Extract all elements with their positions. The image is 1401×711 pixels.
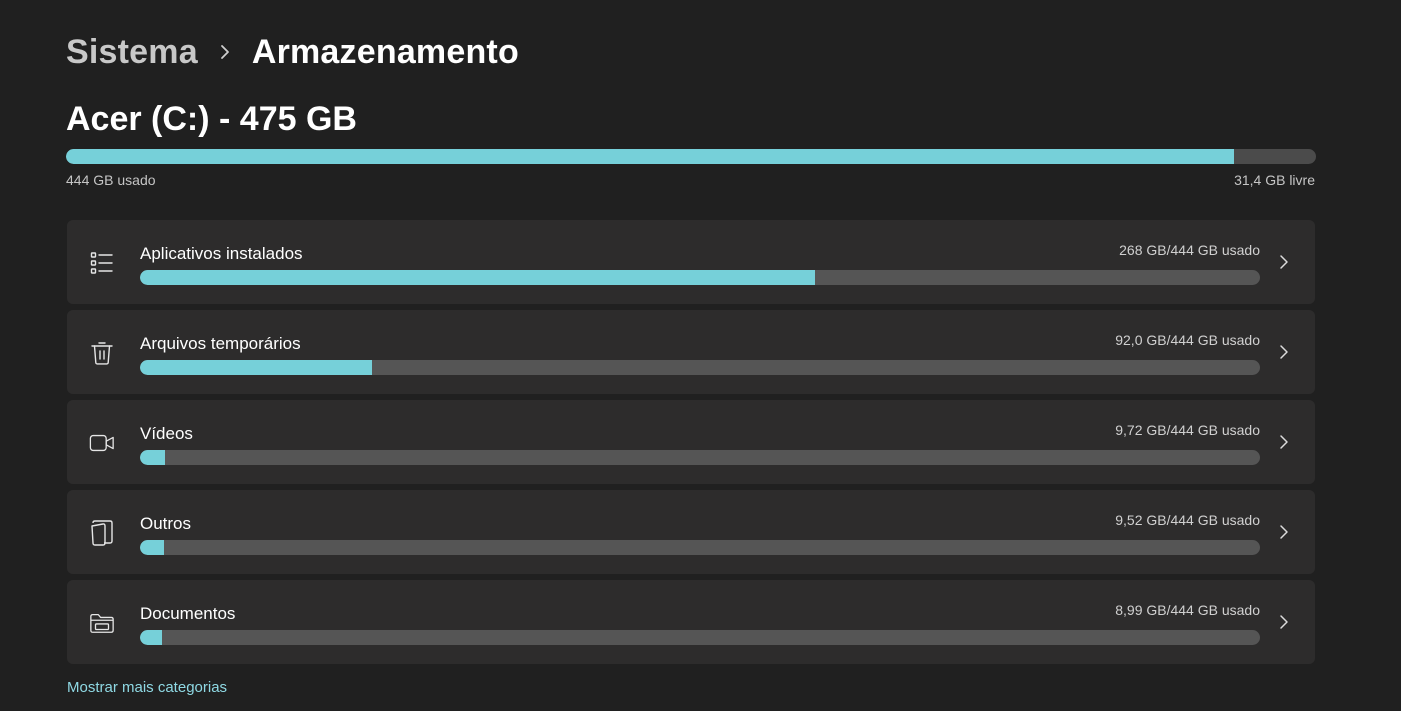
storage-categories-list: Aplicativos instalados 268 GB/444 GB usa… [67, 220, 1315, 670]
category-usage-bar [140, 270, 1260, 285]
category-usage: 8,99 GB/444 GB usado [1115, 602, 1260, 618]
category-row-temp-files[interactable]: Arquivos temporários 92,0 GB/444 GB usad… [67, 310, 1315, 394]
category-row-documents[interactable]: Documentos 8,99 GB/444 GB usado [67, 580, 1315, 664]
category-usage-bar [140, 630, 1260, 645]
category-name: Vídeos [140, 424, 193, 443]
category-row-videos[interactable]: Vídeos 9,72 GB/444 GB usado [67, 400, 1315, 484]
category-name: Outros [140, 514, 192, 533]
page-title: Armazenamento [251, 32, 519, 71]
category-usage-bar [140, 450, 1260, 465]
chevron-right-icon [1277, 522, 1291, 542]
list-icon [89, 250, 115, 276]
other-files-icon [89, 520, 115, 546]
breadcrumb-parent-sistema[interactable]: Sistema [66, 33, 198, 72]
category-name: Documentos [140, 604, 236, 623]
category-usage-bar-fill [140, 450, 165, 465]
category-usage-bar-fill [140, 630, 163, 645]
category-name: Arquivos temporários [140, 334, 301, 353]
category-usage-bar [140, 360, 1260, 375]
show-more-categories-link[interactable]: Mostrar mais categorias [67, 679, 227, 696]
category-row-apps[interactable]: Aplicativos instalados 268 GB/444 GB usa… [67, 220, 1315, 304]
category-usage: 92,0 GB/444 GB usado [1115, 332, 1260, 348]
chevron-right-icon [1277, 432, 1291, 452]
category-row-others[interactable]: Outros 9,52 GB/444 GB usado [67, 490, 1315, 574]
category-usage: 9,52 GB/444 GB usado [1115, 512, 1260, 528]
category-usage-bar-fill [140, 270, 816, 285]
category-usage-bar-fill [140, 540, 164, 555]
chevron-right-icon [1277, 342, 1291, 362]
category-usage-bar [140, 540, 1260, 555]
chevron-right-icon [1277, 612, 1291, 632]
trash-icon [89, 340, 115, 366]
drive-title: Acer (C:) - 475 GB [66, 100, 357, 138]
breadcrumb: Sistema Armazenamento [66, 30, 519, 74]
drive-free-label: 31,4 GB livre [1234, 172, 1315, 188]
drive-usage-bar-fill [66, 149, 1234, 164]
drive-usage-bar [66, 149, 1316, 164]
category-usage-bar-fill [140, 360, 372, 375]
category-usage: 9,72 GB/444 GB usado [1115, 422, 1260, 438]
chevron-right-icon [198, 44, 252, 60]
video-camera-icon [89, 430, 115, 456]
category-name: Aplicativos instalados [140, 244, 303, 263]
chevron-right-icon [1277, 252, 1291, 272]
category-usage: 268 GB/444 GB usado [1119, 242, 1260, 258]
drive-used-label: 444 GB usado [66, 172, 156, 188]
documents-folder-icon [89, 610, 115, 636]
